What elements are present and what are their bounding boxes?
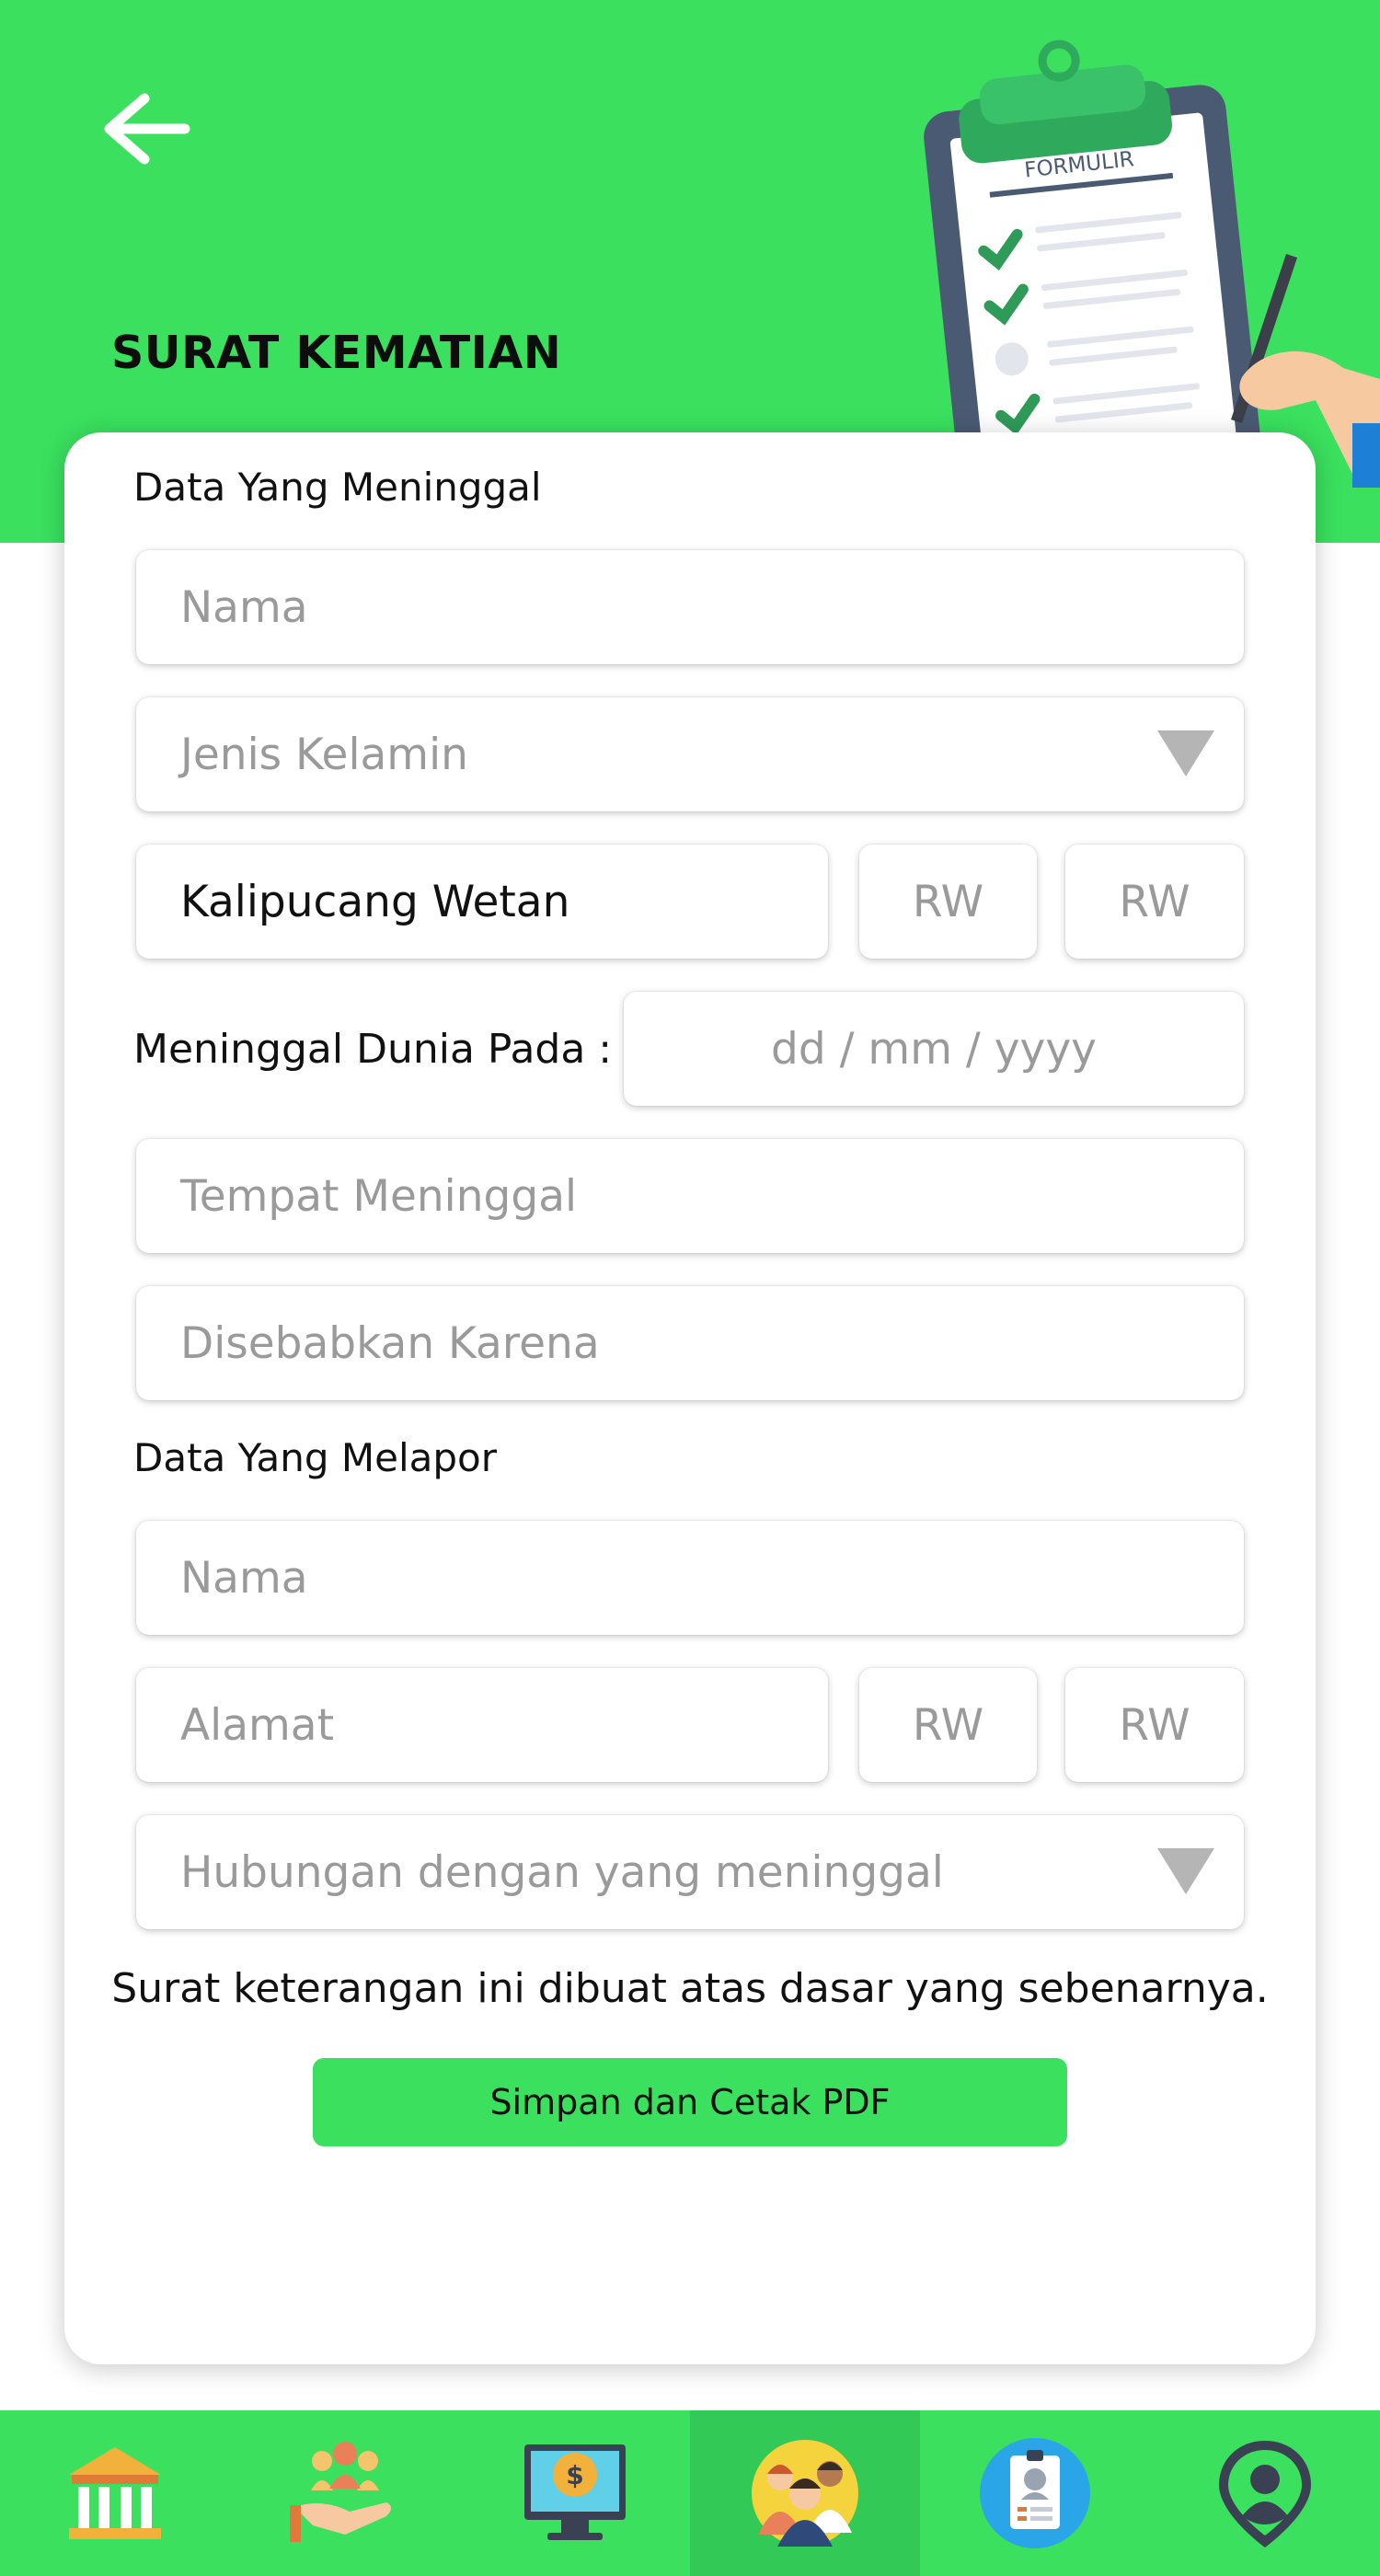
deceased-name-input[interactable]: Nama [136, 550, 1244, 664]
arrow-left-icon [104, 93, 190, 165]
statement-text: Surat keterangan ini dibuat atas dasar y… [111, 1965, 1269, 2012]
dropdown-arrow-icon [1157, 1848, 1214, 1894]
deceased-address-input[interactable]: Kalipucang Wetan [136, 845, 828, 959]
death-place-input[interactable]: Tempat Meninggal [136, 1139, 1244, 1253]
relation-select[interactable]: Hubungan dengan yang meninggal [136, 1815, 1244, 1929]
clipboard-form-illustration: FORMULIR [924, 40, 1380, 488]
section-label-deceased: Data Yang Meninggal [133, 465, 542, 510]
nav-item-government[interactable] [0, 2410, 230, 2576]
gender-select-placeholder: Jenis Kelamin [180, 729, 468, 780]
section-label-reporter: Data Yang Melapor [133, 1435, 497, 1480]
reporter-rw-input-2[interactable]: RW [1065, 1668, 1244, 1782]
government-building-icon [69, 2447, 161, 2539]
finance-monitor-icon: $ [524, 2444, 626, 2540]
user-location-icon [1219, 2441, 1311, 2547]
deceased-gender-select[interactable]: Jenis Kelamin [136, 697, 1244, 811]
save-and-print-pdf-button[interactable]: Simpan dan Cetak PDF [313, 2058, 1067, 2146]
relation-select-placeholder: Hubungan dengan yang meninggal [180, 1846, 944, 1898]
death-date-input[interactable]: dd / mm / yyyy [624, 992, 1244, 1106]
deceased-rw-input-1[interactable]: RW [859, 845, 1037, 959]
nav-item-user-location[interactable] [1150, 2410, 1380, 2576]
reporter-address-input[interactable]: Alamat [136, 1668, 828, 1782]
nav-item-people[interactable] [690, 2410, 920, 2576]
nav-item-id-card[interactable] [920, 2410, 1150, 2576]
bottom-navigation: $ [0, 2410, 1380, 2576]
death-cause-input[interactable]: Disebabkan Karena [136, 1286, 1244, 1400]
back-button[interactable] [97, 87, 198, 170]
death-date-label: Meninggal Dunia Pada : [133, 1026, 613, 1073]
page-title: SURAT KEMATIAN [111, 327, 562, 379]
svg-text:$: $ [566, 2460, 583, 2490]
deceased-rw-input-2[interactable]: RW [1065, 845, 1244, 959]
community-hand-icon [290, 2442, 391, 2542]
dropdown-arrow-icon [1157, 730, 1214, 776]
id-card-icon [980, 2438, 1090, 2548]
nav-item-community[interactable] [230, 2410, 460, 2576]
nav-item-finance[interactable]: $ [460, 2410, 690, 2576]
reporter-name-input[interactable]: Nama [136, 1521, 1244, 1635]
people-group-icon [752, 2440, 858, 2547]
reporter-rw-input-1[interactable]: RW [859, 1668, 1037, 1782]
